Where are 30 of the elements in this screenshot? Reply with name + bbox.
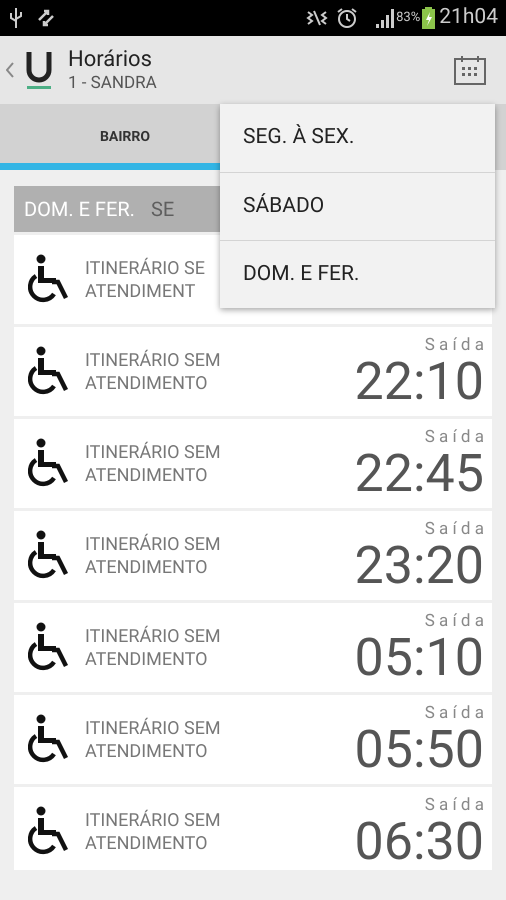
description-line: ITINERÁRIO SEM (85, 716, 221, 740)
departure-label: S a í d a (424, 702, 484, 722)
description-line: ITINERÁRIO SEM (85, 532, 221, 556)
clock-time: 21h04 (439, 4, 498, 32)
description-line: ITINERÁRIO SEM (85, 624, 221, 648)
description-line: ITINERÁRIO SEM (85, 808, 221, 832)
description-line: ATENDIMENTO (85, 648, 209, 670)
departure-time: 22:45 (354, 446, 484, 500)
departure-label: S a í d a (424, 426, 484, 446)
description-line: ITINERÁRIO SEM (85, 440, 221, 464)
description-line: ATENDIMENT (85, 280, 196, 302)
description-line: ATENDIMENTO (85, 740, 209, 762)
departure-label: S a í d a (424, 610, 484, 630)
description-line: ITINERÁRIO SE (85, 256, 205, 280)
description-line: ATENDIMENTO (85, 556, 209, 578)
departure-time: 05:50 (354, 722, 484, 776)
departure-time: 23:20 (354, 538, 484, 592)
route-subtitle: 1 - SANDRA (68, 73, 157, 94)
description-line: ATENDIMENTO (85, 832, 209, 854)
departure-label: S a í d a (424, 518, 484, 538)
battery-percent: 83% (396, 9, 420, 28)
departure-time: 06:30 (354, 814, 484, 868)
departure-time: 22:10 (354, 354, 484, 408)
departure-label: S a í d a (424, 334, 484, 354)
screen-title: Horários (68, 46, 153, 74)
description-line: ATENDIMENTO (85, 464, 209, 486)
description-line: ATENDIMENTO (85, 372, 209, 394)
departure-time: 05:10 (354, 630, 484, 684)
departure-label: S a í d a (424, 794, 484, 814)
description-line: ITINERÁRIO SEM (85, 348, 221, 372)
